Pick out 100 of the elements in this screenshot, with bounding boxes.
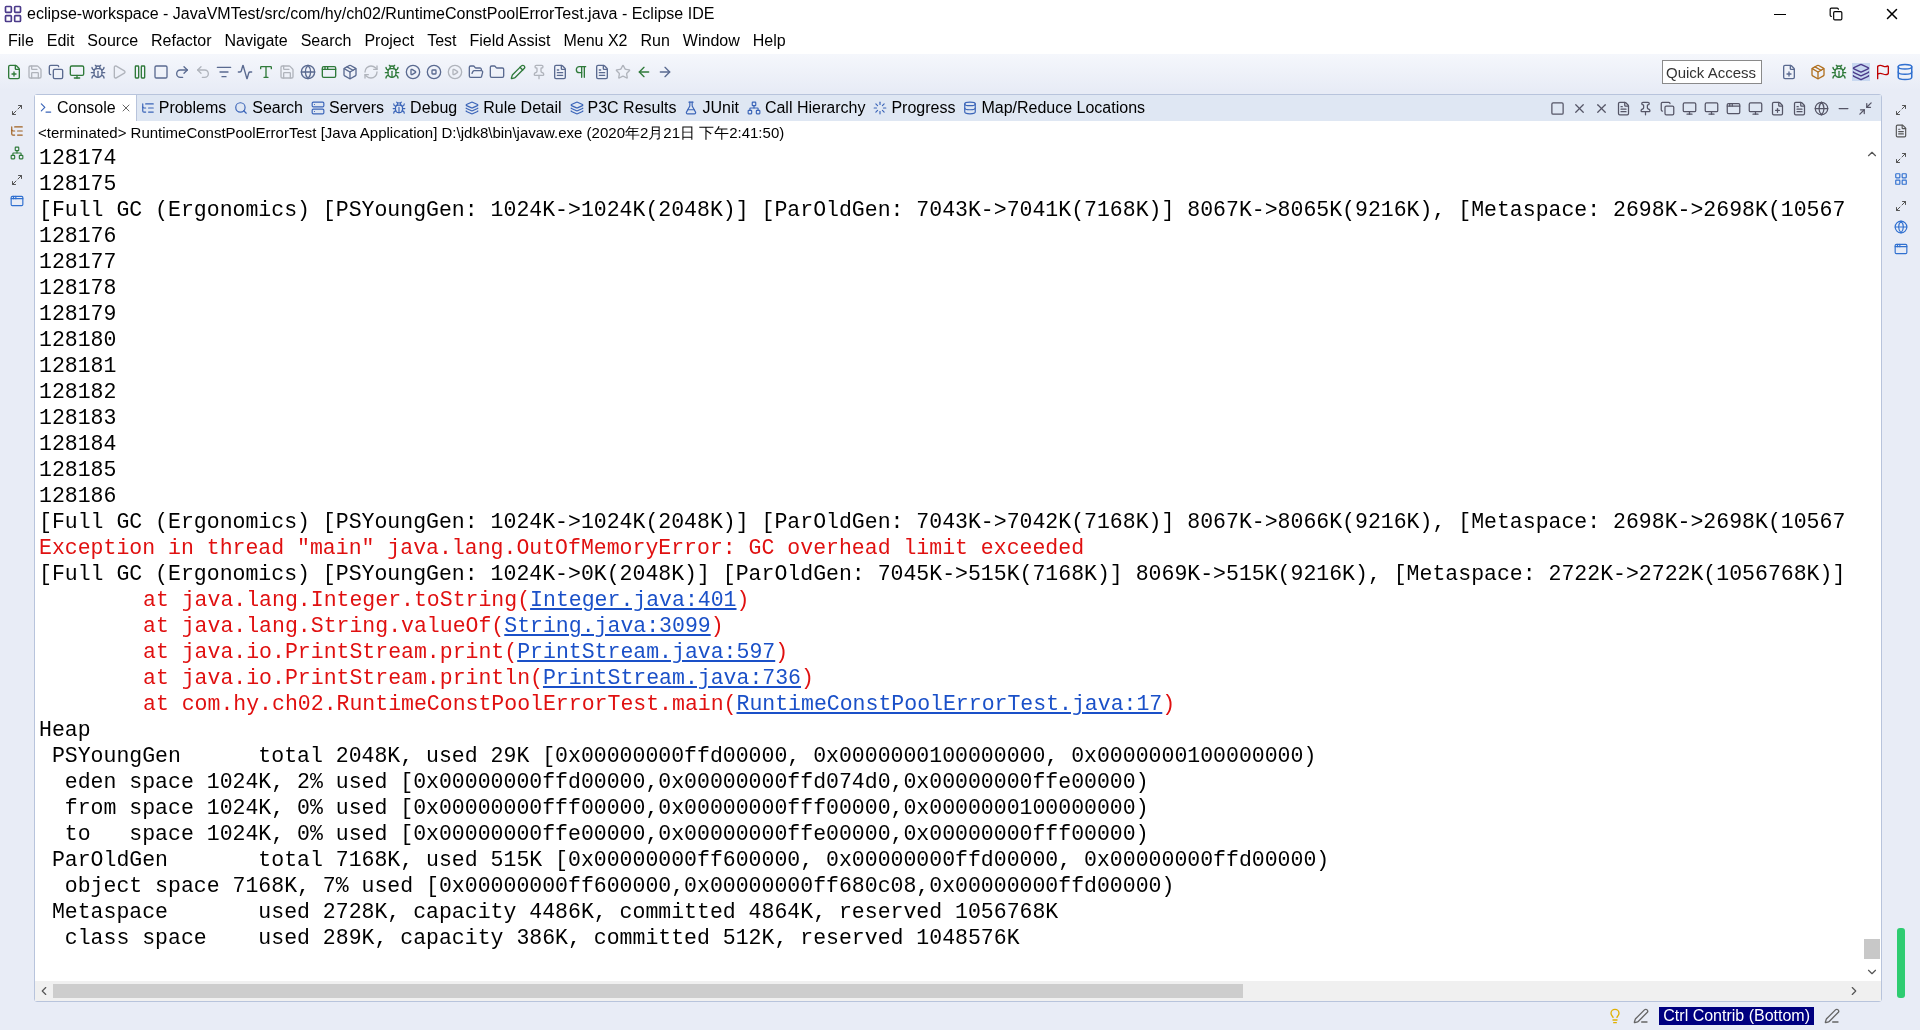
menu-item[interactable]: Run <box>640 29 670 53</box>
scroll-thumb[interactable] <box>53 984 1243 998</box>
menu-item[interactable]: Help <box>752 29 786 53</box>
view-tab[interactable]: Servers <box>307 95 389 121</box>
menu-item[interactable]: Window <box>682 29 740 53</box>
document-icon[interactable] <box>594 64 610 80</box>
stop-icon[interactable] <box>1550 100 1565 116</box>
console-line: [Full GC (Ergonomics) [PSYoungGen: 1024K->1024K(2048K)] [ParOldGen: 7043K->7041K(7168K)] 8067K->8065K(9216K), [Metaspace: 2698K->2698K(10567 <box>39 197 1846 223</box>
document-icon[interactable] <box>1616 100 1631 116</box>
menu-item[interactable]: Search <box>300 29 352 53</box>
menu-item[interactable]: Refactor <box>151 29 212 53</box>
view-tab[interactable]: Debug <box>388 95 462 121</box>
menu-item[interactable]: Source <box>87 29 139 53</box>
pin-icon[interactable] <box>1638 100 1653 116</box>
pilcrow-icon[interactable] <box>573 64 589 80</box>
tab-label: P3C Results <box>587 98 677 118</box>
back-icon[interactable] <box>636 64 652 80</box>
window-icon[interactable] <box>321 64 337 80</box>
filter-icon[interactable] <box>216 64 232 80</box>
star-icon[interactable] <box>615 64 631 80</box>
view-tab[interactable]: Map/Reduce Locations <box>959 95 1150 121</box>
source-link[interactable]: String.java:3099 <box>504 613 711 639</box>
bug-icon[interactable] <box>90 64 106 80</box>
stack-frame-paren: ) <box>775 639 789 665</box>
perspective-icon[interactable] <box>1781 64 1797 80</box>
menu-item[interactable]: Menu X2 <box>563 29 628 53</box>
database-icon <box>963 101 978 115</box>
view-tab[interactable]: JUnit <box>680 95 743 121</box>
view-tab[interactable]: Call Hierarchy <box>742 95 870 121</box>
outline-icon[interactable] <box>10 146 24 160</box>
stack-frame-paren: ) <box>801 665 814 691</box>
menu-item[interactable]: File <box>8 29 34 53</box>
document-icon[interactable] <box>1792 100 1807 116</box>
menu-item[interactable]: Navigate <box>224 29 288 53</box>
tab-label: Problems <box>158 98 227 118</box>
pencil-icon[interactable] <box>510 64 526 80</box>
stack-frame: at com.hy.ch02.RuntimeConstPoolErrorTest.main( <box>143 691 737 717</box>
layers-icon[interactable] <box>1852 63 1870 81</box>
bug-icon <box>392 101 407 115</box>
document-icon[interactable] <box>552 64 568 80</box>
console-line: 128183 <box>39 405 117 431</box>
server-icon <box>311 101 325 115</box>
search-icon <box>234 101 249 115</box>
source-link[interactable]: PrintStream.java:597 <box>517 639 776 665</box>
console-line: 128181 <box>39 353 117 379</box>
view-tab[interactable]: Rule Detail <box>461 95 566 121</box>
console-line: 128176 <box>39 223 117 249</box>
activity-icon[interactable] <box>237 64 253 80</box>
window-icon[interactable] <box>10 194 24 208</box>
menu-item[interactable]: Test <box>427 29 457 53</box>
grid-icon[interactable] <box>1894 172 1908 186</box>
window-icon[interactable] <box>1726 100 1741 116</box>
save-all-icon[interactable] <box>48 64 64 80</box>
stack-frame-paren: ) <box>710 613 724 639</box>
menu-item[interactable]: Field Assist <box>469 29 551 53</box>
document-icon[interactable] <box>1894 124 1908 138</box>
stop-icon[interactable] <box>153 64 169 80</box>
pause-icon[interactable] <box>132 64 148 80</box>
debug-icon[interactable] <box>384 64 400 80</box>
stack-frame-paren: ) <box>1162 691 1176 717</box>
forward-icon[interactable] <box>657 64 673 80</box>
stack-frame-paren: ) <box>736 587 750 613</box>
package-icon[interactable] <box>1810 64 1826 80</box>
globe-icon[interactable] <box>1814 100 1829 116</box>
source-link[interactable]: Integer.java:401 <box>530 587 737 613</box>
view-tab[interactable]: Progress <box>869 95 960 121</box>
new-file-icon[interactable] <box>6 64 22 80</box>
stop-icon[interactable] <box>426 64 442 80</box>
window-icon[interactable] <box>1894 242 1908 256</box>
view-tab[interactable]: Search <box>230 95 307 121</box>
new-file-icon[interactable] <box>1770 100 1785 116</box>
status-label: Ctrl Contrib (Bottom) <box>1659 1007 1814 1025</box>
font-icon[interactable] <box>258 64 274 80</box>
flag-icon[interactable] <box>1875 64 1891 80</box>
bug-icon[interactable] <box>1831 64 1847 80</box>
console-line: 128174 <box>39 145 117 171</box>
menu-item[interactable]: Project <box>364 29 415 53</box>
source-link[interactable]: PrintStream.java:736 <box>542 665 801 691</box>
edit-icon[interactable] <box>1633 1008 1650 1024</box>
run-icon[interactable] <box>405 64 421 80</box>
source-link[interactable]: RuntimeConstPoolErrorTest.java:17 <box>736 691 1163 717</box>
view-tab[interactable]: Console <box>35 95 137 121</box>
database-icon[interactable] <box>1896 63 1914 81</box>
console-line: eden space 1024K, 2% used [0x00000000ffd00000,0x00000000ffd074d0,0x00000000ffe00000) <box>63 769 1149 795</box>
globe-icon[interactable] <box>300 64 316 80</box>
view-tab[interactable]: P3C Results <box>565 95 681 121</box>
stack-frame: at java.io.PrintStream.println( <box>143 665 543 691</box>
folder-icon[interactable] <box>468 64 484 80</box>
menu-item[interactable]: Edit <box>46 29 75 53</box>
quick-access-field[interactable]: Quick Access <box>1662 60 1762 84</box>
package-icon[interactable] <box>342 64 358 80</box>
copy-icon[interactable] <box>1660 100 1675 116</box>
edit-icon[interactable] <box>1824 1008 1840 1024</box>
horizontal-scrollbar[interactable] <box>35 981 1881 1001</box>
view-tab[interactable]: Problems <box>136 95 231 121</box>
scroll-thumb[interactable] <box>1864 939 1880 959</box>
layers-icon <box>465 101 480 115</box>
globe-icon[interactable] <box>1894 220 1908 234</box>
folder-icon[interactable] <box>489 64 505 80</box>
step-icon[interactable] <box>174 64 190 80</box>
